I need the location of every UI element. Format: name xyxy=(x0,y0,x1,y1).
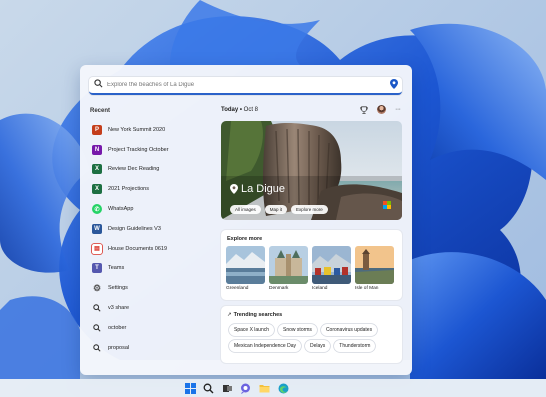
whatsapp-icon: ✆ xyxy=(92,204,102,215)
trending-item[interactable]: Snow storms xyxy=(278,324,317,336)
search-icon xyxy=(92,323,102,333)
windows-start-icon[interactable] xyxy=(185,383,196,394)
recent-heading: Recent xyxy=(90,108,111,114)
trending-item[interactable]: Coronavirus updates xyxy=(320,324,378,336)
powerpoint-icon: P xyxy=(92,124,102,135)
today-label: Today xyxy=(221,107,239,113)
search-icon[interactable] xyxy=(203,383,214,394)
recent-item-label: proposal xyxy=(108,344,130,351)
recent-item-label: v3 share xyxy=(108,305,130,312)
location-pin-icon[interactable] xyxy=(390,79,398,89)
task-view-icon[interactable] xyxy=(222,383,233,394)
greenland-thumbnail xyxy=(226,246,265,284)
recent-item[interactable]: X Review Dec Reading xyxy=(92,160,212,180)
hero-title-text: La Digue xyxy=(241,183,286,195)
recent-item-label: Review Dec Reading xyxy=(108,166,160,173)
hero-title: La Digue xyxy=(230,183,285,195)
denmark-thumbnail xyxy=(269,246,308,284)
teams-icon: T xyxy=(92,263,102,274)
recent-item[interactable]: W Design Guidelines V3 xyxy=(92,219,212,239)
today-date: Oct 8 xyxy=(243,107,259,113)
explore-more-heading: Explore more xyxy=(227,236,263,242)
recent-item[interactable]: ✆ WhatsApp xyxy=(92,199,212,219)
recent-item-label: Project Tracking October xyxy=(108,146,169,153)
recent-item-label: Settings xyxy=(108,285,128,292)
search-flyout-panel: Recent P New York Summit 2020 N Project … xyxy=(80,65,412,375)
trophy-icon[interactable] xyxy=(360,105,368,114)
today-heading: Today • Oct 8 xyxy=(221,107,258,113)
recent-list: P New York Summit 2020 N Project Trackin… xyxy=(92,120,212,358)
search-input[interactable] xyxy=(107,78,377,92)
search-icon xyxy=(94,79,103,88)
recent-item[interactable]: N Project Tracking October xyxy=(92,140,212,160)
recent-item-label: House Documents 0619 xyxy=(108,245,168,252)
recent-item[interactable]: v3 share xyxy=(92,298,212,318)
trending-arrow-icon: ↗ xyxy=(227,312,232,318)
explore-item-caption: Greenland xyxy=(226,286,249,291)
excel-icon: X xyxy=(92,164,102,175)
recent-item[interactable]: ⚙ Settings xyxy=(92,278,212,298)
hero-chips: All images Map it Explore more xyxy=(230,205,328,214)
onenote-icon: N xyxy=(92,144,102,155)
avatar[interactable] xyxy=(377,105,386,114)
explore-item-denmark[interactable]: Denmark xyxy=(269,246,308,291)
explore-more-card: Explore more Greenland Denmark Iceland I… xyxy=(221,230,402,300)
explore-item-iceland[interactable]: Iceland xyxy=(312,246,351,291)
recent-item[interactable]: proposal xyxy=(92,338,212,358)
word-icon: W xyxy=(92,223,102,234)
map-it-button[interactable]: Map it xyxy=(264,205,288,214)
file-explorer-icon[interactable] xyxy=(259,383,270,394)
search-box[interactable] xyxy=(89,77,402,95)
trending-list: Space X launch Snow storms Coronavirus u… xyxy=(229,324,401,352)
recent-item-label: New York Summit 2020 xyxy=(108,126,166,133)
trending-heading: ↗ Trending searches xyxy=(227,312,282,318)
explore-item-caption: Denmark xyxy=(269,286,289,291)
chat-icon[interactable] xyxy=(240,383,251,394)
more-options-icon[interactable]: ··· xyxy=(395,106,401,113)
iceland-thumbnail xyxy=(312,246,351,284)
isle-of-man-thumbnail xyxy=(355,246,394,284)
recent-item[interactable]: P New York Summit 2020 xyxy=(92,120,212,140)
recent-item[interactable]: october xyxy=(92,318,212,338)
trending-item[interactable]: Space X launch xyxy=(229,324,275,336)
explore-item-greenland[interactable]: Greenland xyxy=(226,246,265,291)
explore-more-button[interactable]: Explore more xyxy=(291,205,328,214)
all-images-button[interactable]: All images xyxy=(230,205,261,214)
search-icon xyxy=(92,303,102,313)
explore-item-caption: Iceland xyxy=(312,286,328,291)
recent-item-label: october xyxy=(108,324,127,331)
microsoft-logo-icon xyxy=(383,201,391,209)
recent-item[interactable]: ▤ House Documents 0619 xyxy=(92,239,212,259)
explore-item-caption: Isle of Man xyxy=(355,286,379,291)
trending-item[interactable]: Delays xyxy=(305,340,331,352)
pdf-icon: ▤ xyxy=(92,243,102,254)
explore-item-isle-of-man[interactable]: Isle of Man xyxy=(355,246,394,291)
header-actions: ··· xyxy=(360,105,401,114)
location-pin-icon xyxy=(230,184,238,194)
recent-item-label: Teams xyxy=(108,265,125,272)
taskbar xyxy=(0,379,546,397)
search-icon xyxy=(92,343,102,353)
edge-icon[interactable] xyxy=(278,383,289,394)
recent-item[interactable]: T Teams xyxy=(92,259,212,279)
explore-thumbnails: Greenland Denmark Iceland Isle of Man xyxy=(226,246,394,291)
trending-item[interactable]: Mexican Independence Day xyxy=(229,340,301,352)
trending-heading-text: Trending searches xyxy=(233,312,283,318)
trending-searches-card: ↗ Trending searches Space X launch Snow s… xyxy=(221,306,402,363)
gear-icon: ⚙ xyxy=(92,282,102,293)
trending-item[interactable]: Thunderstorm xyxy=(334,340,376,352)
excel-icon: X xyxy=(92,184,102,195)
hero-card-la-digue[interactable]: La Digue All images Map it Explore more xyxy=(221,121,402,220)
recent-item-label: 2021 Projections xyxy=(108,186,149,193)
recent-item-label: WhatsApp xyxy=(108,206,134,213)
recent-item-label: Design Guidelines V3 xyxy=(108,225,161,232)
recent-item[interactable]: X 2021 Projections xyxy=(92,179,212,199)
